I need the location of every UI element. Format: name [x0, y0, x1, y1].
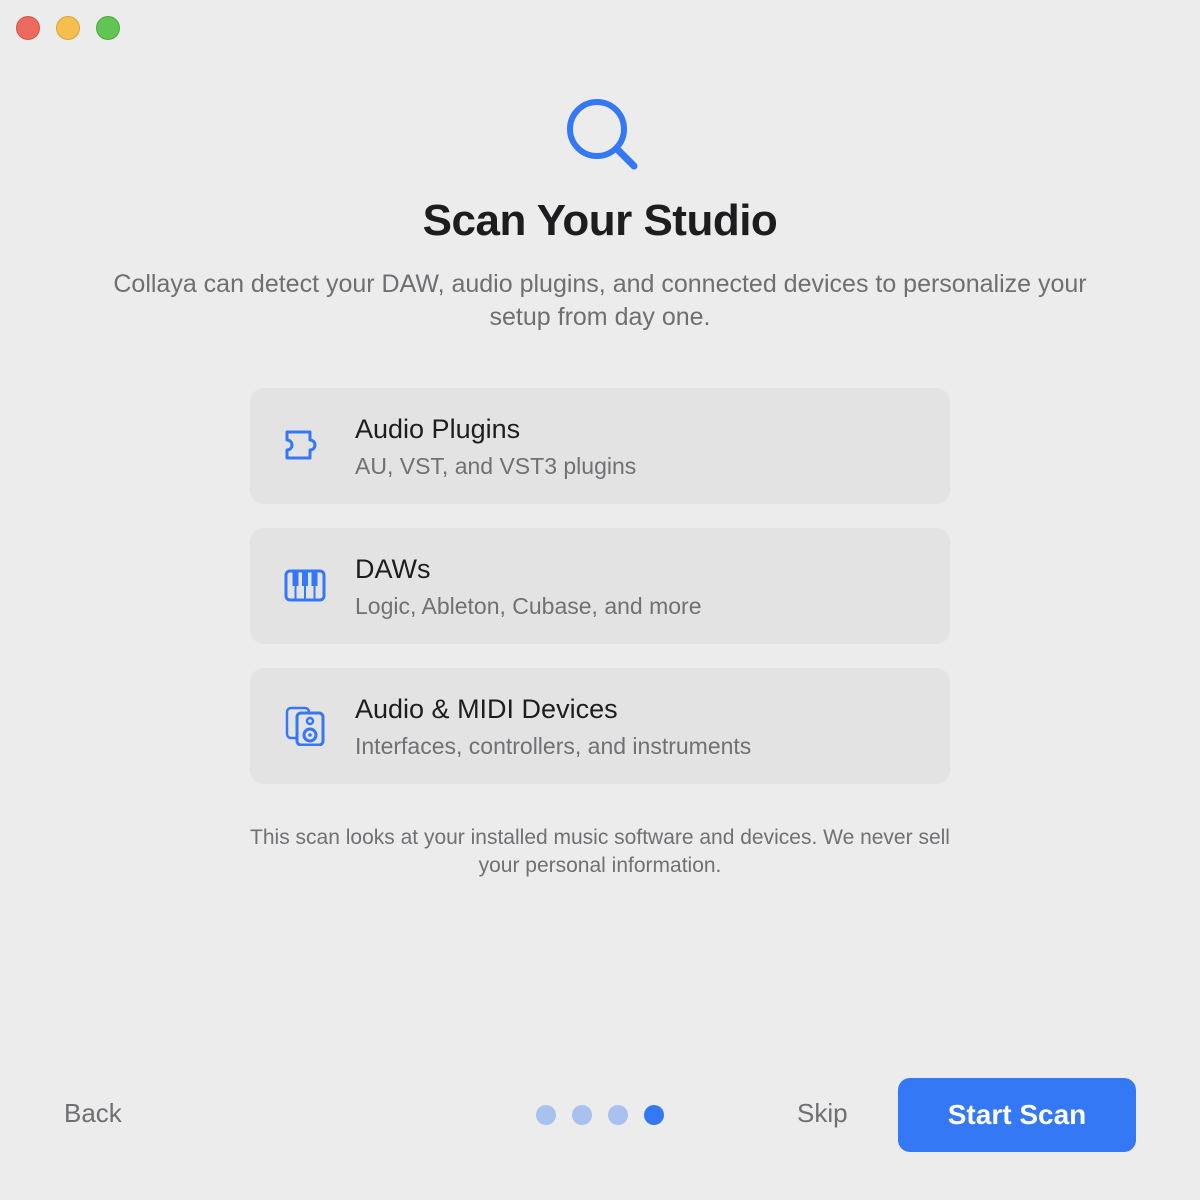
- daws-card[interactable]: DAWs Logic, Ableton, Cubase, and more: [250, 528, 950, 644]
- card-title: Audio Plugins: [355, 414, 521, 444]
- card-title: DAWs: [355, 554, 431, 584]
- minimize-window-button[interactable]: [56, 16, 80, 40]
- card-title: Audio & MIDI Devices: [355, 694, 618, 724]
- close-window-button[interactable]: [16, 16, 40, 40]
- onboarding-window: Scan Your Studio Collaya can detect your…: [0, 0, 1200, 1200]
- card-description: Logic, Ableton, Cubase, and more: [355, 593, 702, 619]
- page-subtitle: Collaya can detect your DAW, audio plugi…: [113, 270, 1087, 331]
- step-indicator: [536, 1105, 664, 1125]
- audio-plugins-card[interactable]: Audio Plugins AU, VST, and VST3 plugins: [250, 388, 950, 504]
- back-button[interactable]: Back: [64, 1098, 122, 1129]
- step-dot: [536, 1105, 556, 1125]
- audio-midi-devices-card[interactable]: Audio & MIDI Devices Interfaces, control…: [250, 668, 950, 784]
- puzzle-icon: [285, 430, 317, 460]
- card-description: Interfaces, controllers, and instruments: [355, 733, 752, 759]
- search-icon: [567, 99, 638, 170]
- page-title: Scan Your Studio: [422, 196, 778, 245]
- step-dot: [572, 1105, 592, 1125]
- piano-keys-icon: [284, 569, 326, 602]
- skip-button[interactable]: Skip: [797, 1098, 848, 1129]
- scan-category-list: Audio Plugins AU, VST, and VST3 plugins …: [250, 388, 950, 808]
- privacy-note: This scan looks at your installed music …: [250, 826, 950, 877]
- start-scan-button[interactable]: Start Scan: [898, 1078, 1136, 1152]
- zoom-window-button[interactable]: [96, 16, 120, 40]
- speaker-icon: [285, 706, 325, 746]
- step-dot: [608, 1105, 628, 1125]
- step-dot-current: [644, 1105, 664, 1125]
- card-description: AU, VST, and VST3 plugins: [355, 453, 637, 479]
- window-controls: [16, 16, 120, 40]
